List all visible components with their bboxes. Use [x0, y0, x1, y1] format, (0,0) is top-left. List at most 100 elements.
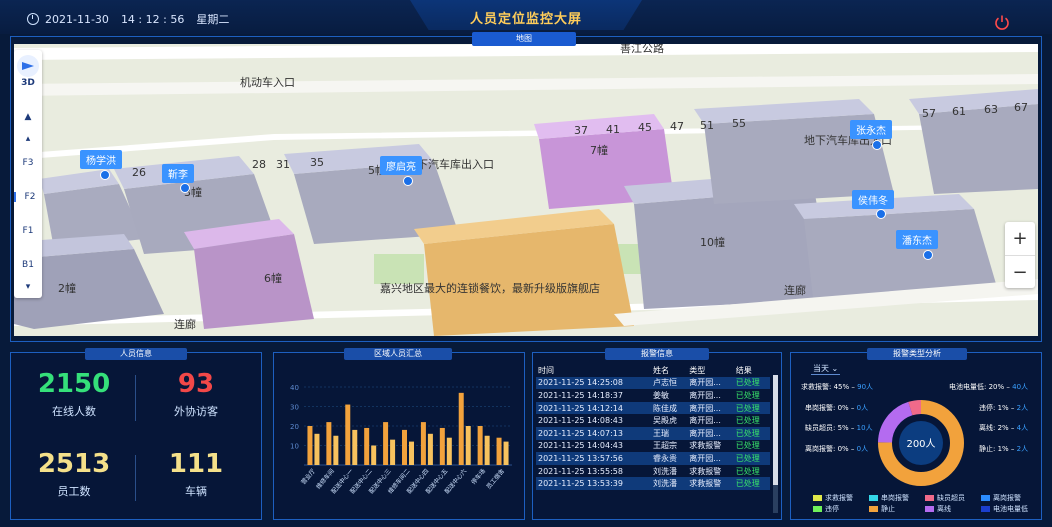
bar-series-1 [326, 422, 332, 465]
period-select[interactable]: 当天 ⌄ [811, 363, 841, 375]
online-label: 在线人数 [52, 405, 96, 418]
map-number: 63 [984, 103, 998, 116]
alarm-result: 已处理 [733, 452, 770, 465]
map-label-building-7: 7幢 [590, 144, 608, 157]
legend-swatch [813, 495, 822, 501]
person-marker-dot[interactable] [876, 209, 886, 219]
person-marker-dot[interactable] [923, 250, 933, 260]
staff-label: 员工数 [57, 485, 91, 498]
alarm-scrollbar-thumb[interactable] [773, 375, 778, 485]
map-label-building-10: 10幢 [700, 236, 725, 249]
legend-item[interactable]: 电池电量低 [981, 504, 1028, 514]
person-marker-label[interactable]: 靳李 [162, 164, 194, 183]
anno-battery: 电池电量低: 20% – 40人 [949, 383, 1029, 391]
y-tick-label: 30 [290, 404, 299, 412]
alarm-row[interactable]: 2021-11-25 13:57:56 睿永贵 离开园... 已处理 [536, 452, 770, 465]
map-number: 28 [252, 158, 266, 171]
col-time[interactable]: 时间 [536, 364, 651, 377]
legend-item[interactable]: 求救报警 [813, 493, 853, 503]
legend-label: 离岗报警 [993, 494, 1021, 502]
legend-item[interactable]: 缺员超员 [925, 493, 965, 503]
legend-item[interactable]: 违停 [813, 504, 839, 514]
map-number: 57 [922, 107, 936, 120]
alarm-time: 2021-11-25 14:25:08 [536, 376, 652, 390]
alarm-row[interactable]: 2021-11-25 14:07:13 王瑞 离开园... 已处理 [536, 426, 770, 440]
zoom-out-button[interactable]: − [1005, 255, 1035, 289]
alarm-row[interactable]: 2021-11-25 14:08:43 吴殿虎 离开园... 已处理 [536, 414, 770, 427]
anno-count: 10人 [856, 424, 873, 432]
alarm-time: 2021-11-25 14:04:43 [538, 441, 623, 451]
person-marker-dot[interactable] [100, 170, 110, 180]
floor-up-small-icon[interactable]: ▴ [14, 134, 42, 144]
col-type[interactable]: 类型 [687, 364, 734, 377]
alarm-time: 2021-11-25 14:18:37 [538, 390, 623, 400]
alarm-result: 已处理 [735, 416, 760, 426]
alarm-name: 刘洗潘 [653, 466, 678, 476]
alarm-row[interactable]: 2021-11-25 14:25:08 卢志恒 离开园... 已处理 [536, 376, 770, 390]
person-marker-dot[interactable] [403, 176, 413, 186]
alarm-type: 离开园... [687, 426, 734, 440]
anno-count: 2人 [1016, 445, 1029, 453]
anno-label: 求救报警 [801, 383, 829, 391]
alarm-type: 求救报警 [689, 441, 722, 451]
person-marker-label[interactable]: 廖启亮 [380, 156, 422, 175]
legend-label: 违停 [825, 505, 839, 513]
alarm-type: 离开园... [687, 376, 734, 390]
map-view[interactable]: 善江公路 机动车入口 地下汽车库出入口 地下汽车库出入口 嘉兴地区最大的连锁餐饮… [14, 44, 1038, 336]
bar-series-2 [446, 437, 452, 465]
legend-label: 电池电量低 [993, 505, 1028, 513]
floor-3d-button[interactable]: 3D [14, 78, 42, 88]
bar-series-1 [307, 426, 313, 465]
legend-item[interactable]: 离线 [925, 504, 951, 514]
alarm-type-title: 报警类型分析 [867, 348, 967, 360]
bar-series-2 [352, 429, 358, 465]
map-label-entrance: 机动车入口 [240, 76, 295, 89]
map-label-building-6: 6幢 [264, 272, 282, 285]
floor-selector: 3D ▲ ▴ F3 F2 F1 B1 ▾ [14, 50, 42, 298]
alarm-row[interactable]: 2021-11-25 14:12:14 陈佳成 离开园... 已处理 [536, 401, 770, 415]
col-name[interactable]: 姓名 [651, 364, 687, 377]
floor-f3-button[interactable]: F3 [14, 158, 42, 168]
alarm-type: 离开园... [689, 416, 721, 426]
floor-up-icon[interactable]: ▲ [14, 112, 42, 122]
alarm-donut-chart: 200人 [878, 400, 964, 486]
zoom-in-button[interactable]: + [1005, 222, 1035, 255]
person-marker-dot[interactable] [872, 140, 882, 150]
alarm-result: 已处理 [733, 401, 770, 415]
alarm-title-text: 报警信息 [641, 349, 673, 358]
person-marker-dot[interactable] [180, 183, 190, 193]
anno-pct: 20% [988, 383, 1005, 391]
date-text: 2021-11-30 [45, 12, 109, 26]
anno-rescue: 求救报警: 45% – 90人 [801, 383, 874, 391]
floor-f2-button[interactable]: F2 [14, 192, 44, 202]
col-result[interactable]: 结果 [734, 364, 770, 377]
legend-item[interactable]: 静止 [869, 504, 895, 514]
legend-item[interactable]: 串岗报警 [869, 493, 909, 503]
compass-icon[interactable] [14, 54, 42, 78]
person-marker-label[interactable]: 张永杰 [850, 120, 892, 139]
alarm-result: 已处理 [733, 426, 770, 440]
alarm-row[interactable]: 2021-11-25 13:55:58 刘洗潘 求救报警 已处理 [536, 465, 770, 478]
vehicle-count: 111 [168, 449, 224, 479]
alarm-row[interactable]: 2021-11-25 14:04:43 王超宗 求救报警 已处理 [536, 440, 770, 453]
floor-down-icon[interactable]: ▾ [14, 282, 42, 292]
map-label-corridor: 连廊 [174, 318, 196, 331]
map-number: 41 [606, 123, 620, 136]
map-tab[interactable]: 地图 [472, 32, 576, 46]
personnel-panel: 人员信息 2150 在线人数 93 外协访客 2513 员工数 111 车辆 [10, 348, 262, 520]
floor-b1-button[interactable]: B1 [14, 260, 42, 270]
legend-item[interactable]: 离岗报警 [981, 493, 1021, 503]
visitor-count: 93 [177, 369, 215, 399]
person-marker-label[interactable]: 侯伟冬 [852, 190, 894, 209]
alarm-scrollbar[interactable] [773, 375, 778, 513]
power-icon[interactable] [994, 14, 1010, 30]
person-marker-label[interactable]: 杨学洪 [80, 150, 122, 169]
map-number: 67 [1014, 101, 1028, 114]
map-label-road: 善江公路 [620, 44, 664, 55]
alarm-row[interactable]: 2021-11-25 13:53:39 刘洗潘 求救报警 已处理 [536, 477, 770, 490]
alarm-row[interactable]: 2021-11-25 14:18:37 姜敏 离开园... 已处理 [536, 389, 770, 402]
floor-f1-button[interactable]: F1 [14, 226, 42, 236]
anno-pct: 0% [837, 445, 849, 453]
person-marker-label[interactable]: 潘东杰 [896, 230, 938, 249]
x-tick-label: 员工宿舍 [485, 467, 507, 491]
